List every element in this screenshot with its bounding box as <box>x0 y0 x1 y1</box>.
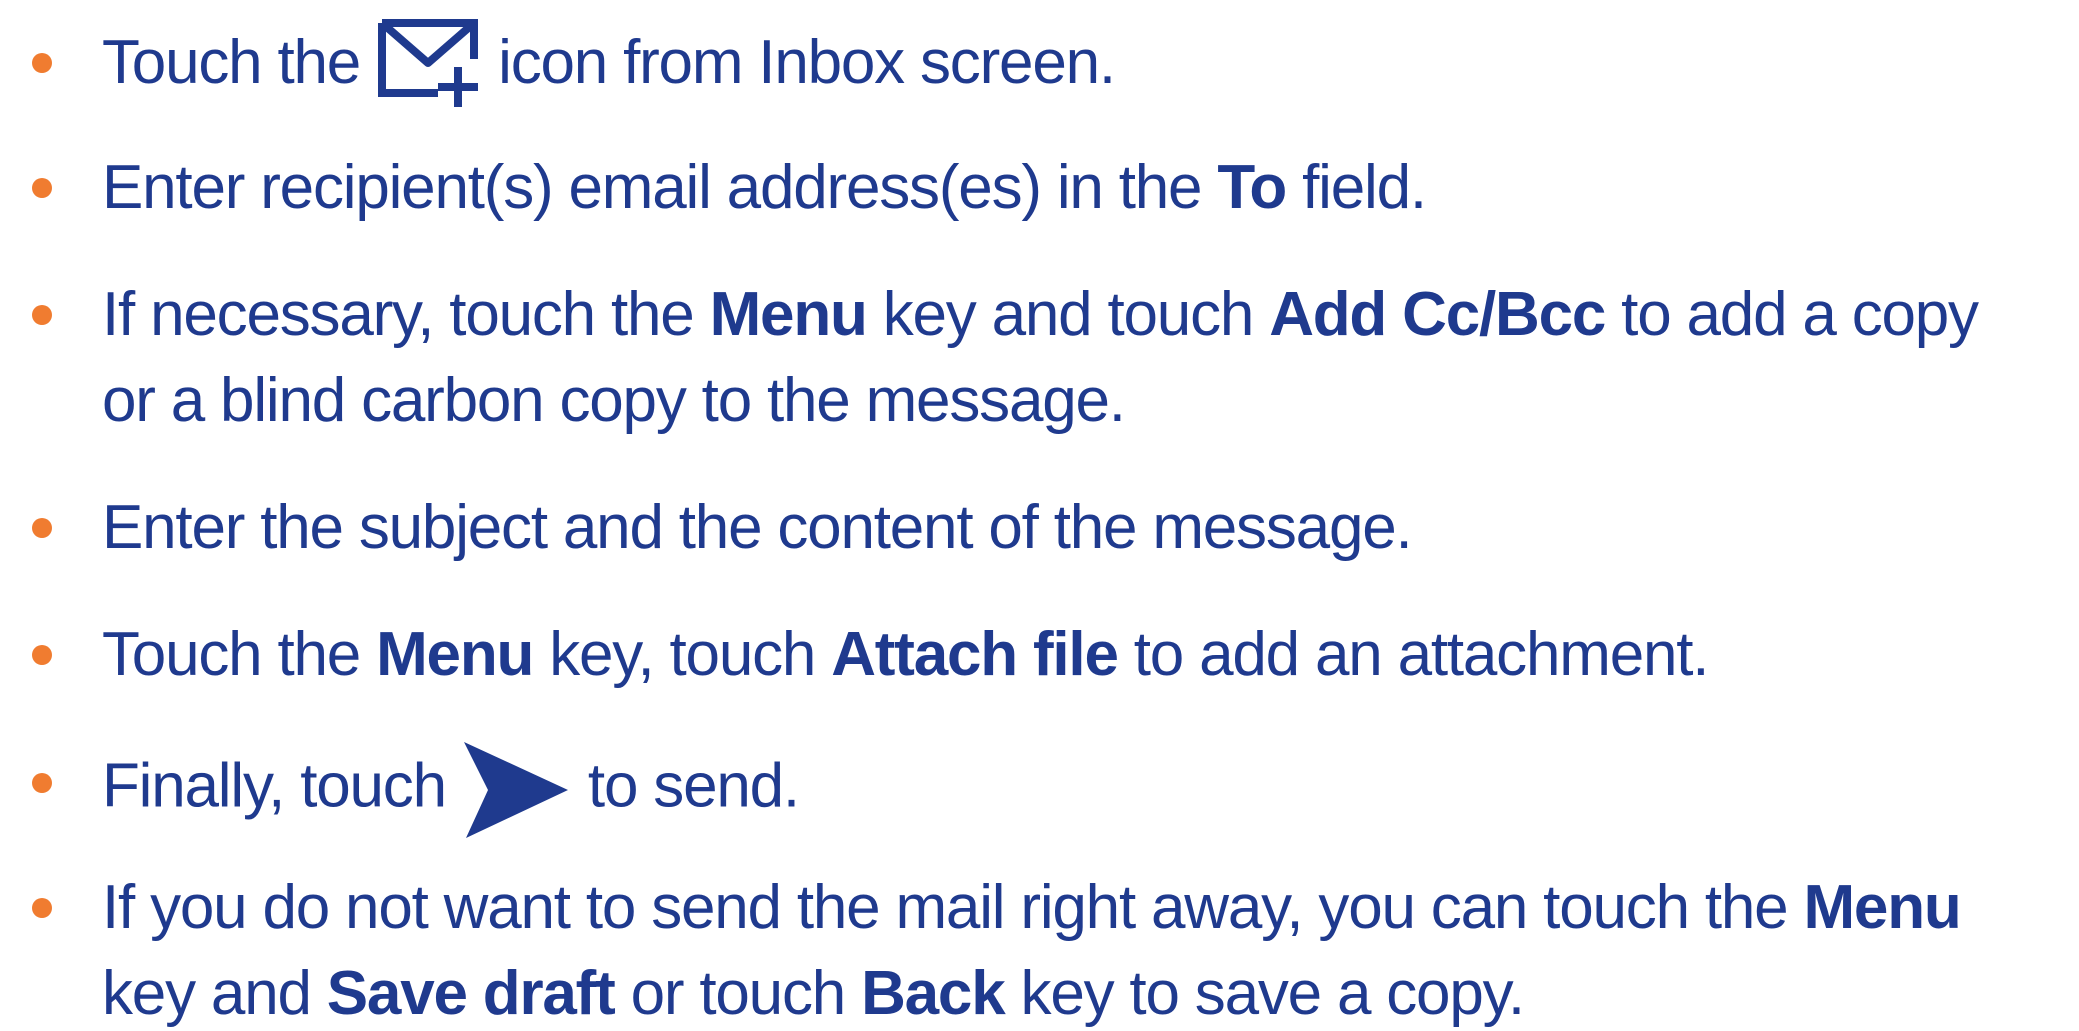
list-item-text: to send. <box>571 751 800 821</box>
list-item: Enter recipient(s) email address(es) in … <box>32 145 1427 231</box>
list-item-text: Enter recipient(s) email address(es) in … <box>102 153 1218 222</box>
list-item: Touch the icon from Inbox screen. <box>32 17 1116 109</box>
back-key-label: Back <box>861 959 1006 1028</box>
list-item: Touch the Menu key, touch Attach file to… <box>32 612 1710 698</box>
list-item-text: key to save a copy. <box>1004 959 1526 1028</box>
list-item-line: Touch the icon from Inbox screen. <box>102 17 1116 109</box>
bullet-icon <box>32 898 52 918</box>
list-item-line: If you do not want to send the mail righ… <box>102 865 1962 951</box>
menu-key-label: Menu <box>376 620 534 689</box>
field-name-to: To <box>1217 153 1287 222</box>
bullet-icon <box>32 773 52 793</box>
list-item-line: Enter recipient(s) email address(es) in … <box>102 145 1427 231</box>
list-item-text: Finally, touch <box>102 751 462 821</box>
send-arrow-icon <box>462 740 572 840</box>
list-item-text: field. <box>1286 153 1427 222</box>
bullet-icon <box>32 305 52 325</box>
list-item: If you do not want to send the mail righ… <box>32 865 1962 1031</box>
list-item-text: key and <box>102 959 327 1028</box>
instruction-page: Touch the icon from Inbox screen. Enter … <box>0 0 2079 1031</box>
save-draft-label: Save draft <box>326 959 616 1028</box>
bullet-icon <box>32 53 52 73</box>
add-cc-bcc-label: Add Cc/Bcc <box>1269 280 1606 349</box>
list-item-text: Touch the <box>102 28 377 97</box>
list-item-text: If you do not want to send the mail righ… <box>102 873 1804 942</box>
menu-key-label: Menu <box>1803 873 1961 942</box>
bullet-icon <box>32 178 52 198</box>
list-item-text: key, touch <box>533 620 832 689</box>
list-item-text: to add an attachment. <box>1117 620 1710 689</box>
list-item-line: or a blind carbon copy to the message. <box>102 366 1126 435</box>
list-item-text: to add a copy <box>1605 280 1979 349</box>
bullet-icon <box>32 645 52 665</box>
list-item-text: If necessary, touch the <box>102 280 710 349</box>
list-item-line: If necessary, touch the Menu key and tou… <box>102 272 1979 358</box>
list-item-line: key and Save draft or touch Back key to … <box>102 951 1961 1031</box>
list-item-text: icon from Inbox screen. <box>482 28 1116 97</box>
menu-key-label: Menu <box>709 280 868 349</box>
list-item-line: Touch the Menu key, touch Attach file to… <box>102 612 1710 698</box>
list-item-text: key and touch <box>866 280 1270 349</box>
attach-file-label: Attach file <box>831 620 1119 689</box>
list-item-line: Finally, touch to send. <box>102 740 800 838</box>
list-item-text: Touch the <box>102 620 377 689</box>
list-item-text: or touch <box>614 959 862 1028</box>
bullet-icon <box>32 518 52 538</box>
list-item: Enter the subject and the content of the… <box>32 485 1413 571</box>
list-item: Finally, touch to send. <box>32 740 800 838</box>
compose-mail-icon <box>376 17 482 109</box>
list-item: If necessary, touch the Menu key and tou… <box>32 272 1979 444</box>
list-item-line: Enter the subject and the content of the… <box>102 493 1413 562</box>
